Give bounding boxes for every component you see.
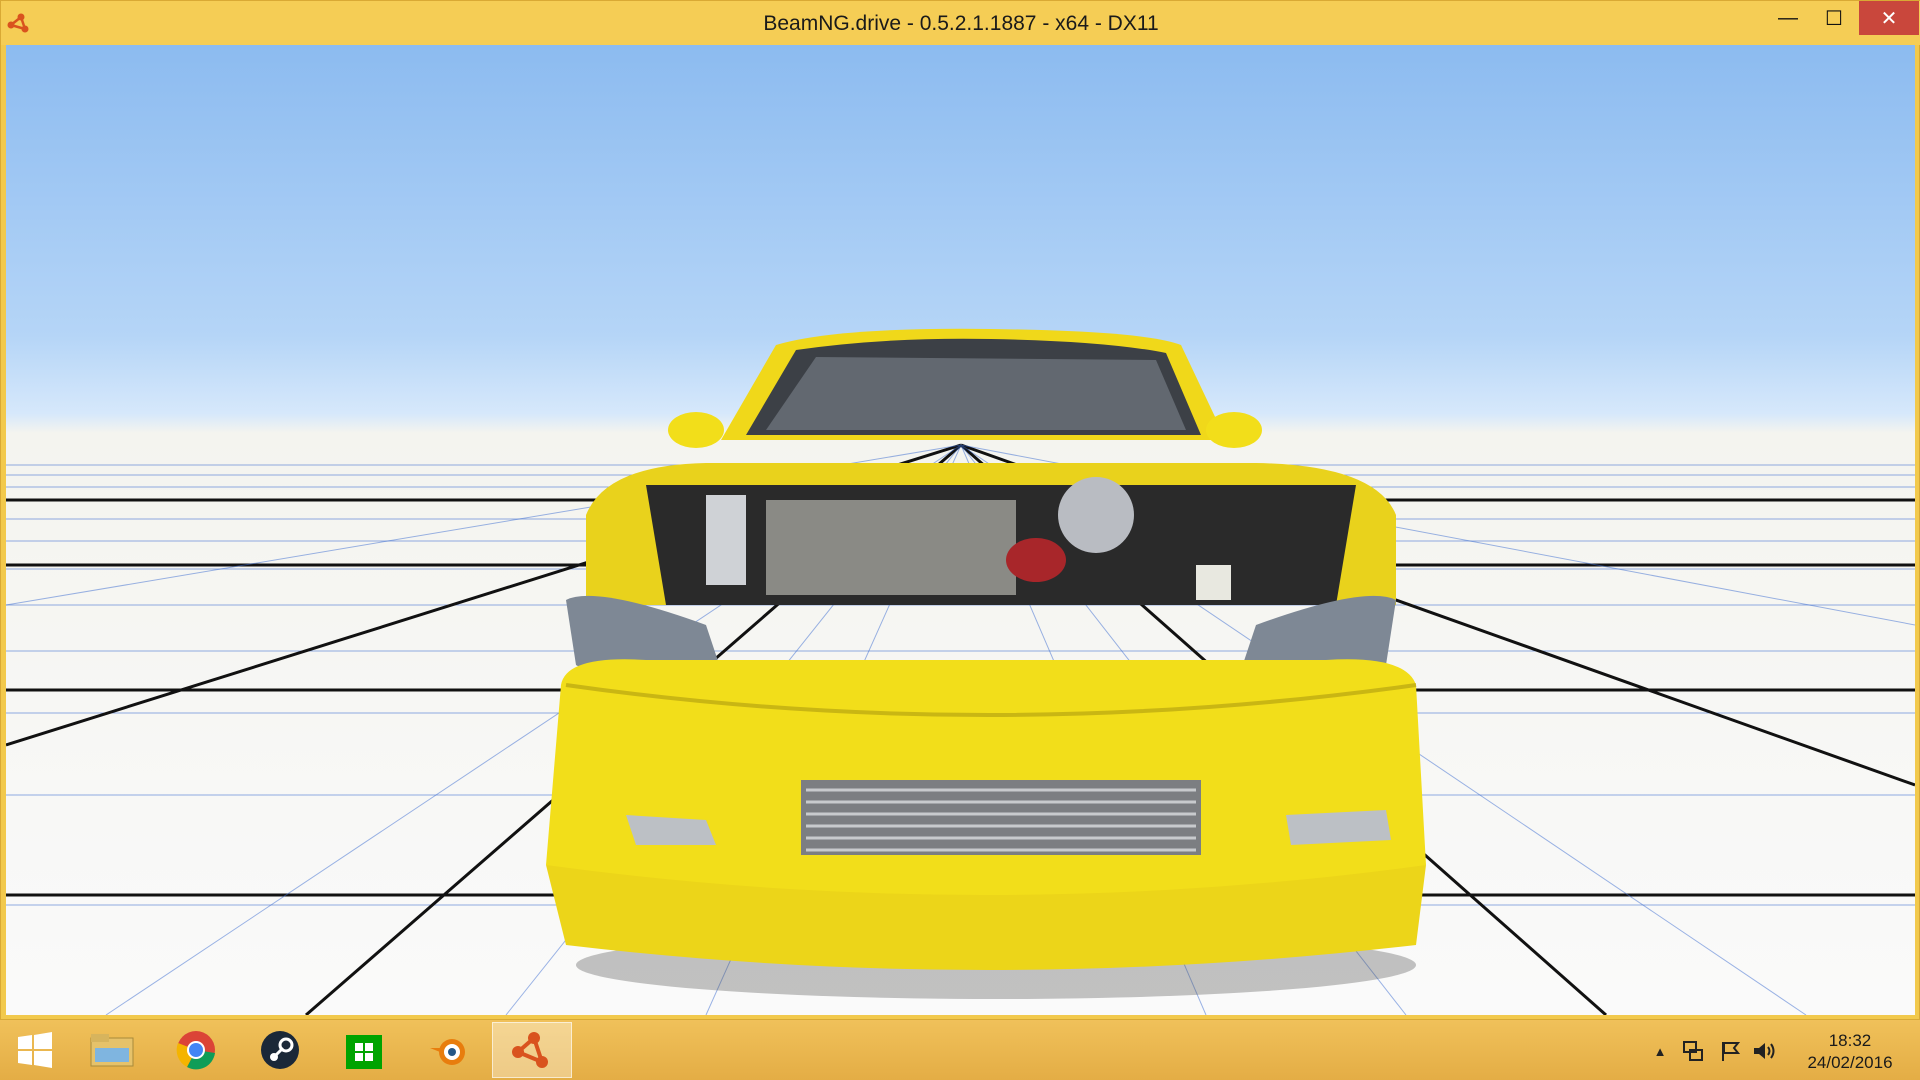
steam-icon xyxy=(261,1031,299,1069)
action-center-flag-icon[interactable] xyxy=(1718,1040,1742,1062)
taskbar-store[interactable] xyxy=(324,1022,404,1078)
maximize-button[interactable]: ☐ xyxy=(1811,1,1857,35)
game-viewport[interactable] xyxy=(6,45,1915,1015)
windows-logo-icon xyxy=(18,1032,52,1068)
close-button[interactable]: ✕ xyxy=(1859,1,1919,35)
clock-time: 18:32 xyxy=(1828,1031,1872,1050)
system-clock[interactable]: 18:32 24/02/2016 xyxy=(1790,1030,1910,1074)
blender-icon xyxy=(430,1039,465,1065)
taskbar-beamng[interactable] xyxy=(492,1022,572,1078)
taskbar-chrome[interactable] xyxy=(156,1022,236,1078)
app-window: BeamNG.drive - 0.5.2.1.1887 - x64 - DX11… xyxy=(0,0,1920,1020)
taskbar xyxy=(0,1020,1920,1080)
show-hidden-icons-icon[interactable]: ▲ xyxy=(1648,1040,1672,1062)
game-scene xyxy=(6,328,1915,1015)
volume-icon[interactable] xyxy=(1752,1040,1776,1062)
network-icon[interactable] xyxy=(1682,1040,1706,1062)
chrome-icon xyxy=(176,1031,215,1070)
title-bar[interactable]: BeamNG.drive - 0.5.2.1.1887 - x64 - DX11… xyxy=(1,1,1920,45)
start-button[interactable] xyxy=(0,1022,70,1078)
taskbar-steam[interactable] xyxy=(240,1022,320,1078)
folder-icon xyxy=(90,1034,134,1067)
taskbar-file-explorer[interactable] xyxy=(72,1022,152,1078)
window-title: BeamNG.drive - 0.5.2.1.1887 - x64 - DX11 xyxy=(763,12,1159,35)
car-model xyxy=(546,328,1426,970)
beamng-icon xyxy=(512,1032,548,1068)
taskbar-blender[interactable] xyxy=(408,1022,488,1078)
clock-date: 24/02/2016 xyxy=(1807,1053,1893,1072)
store-icon xyxy=(346,1035,382,1069)
minimize-button[interactable]: — xyxy=(1765,1,1811,35)
